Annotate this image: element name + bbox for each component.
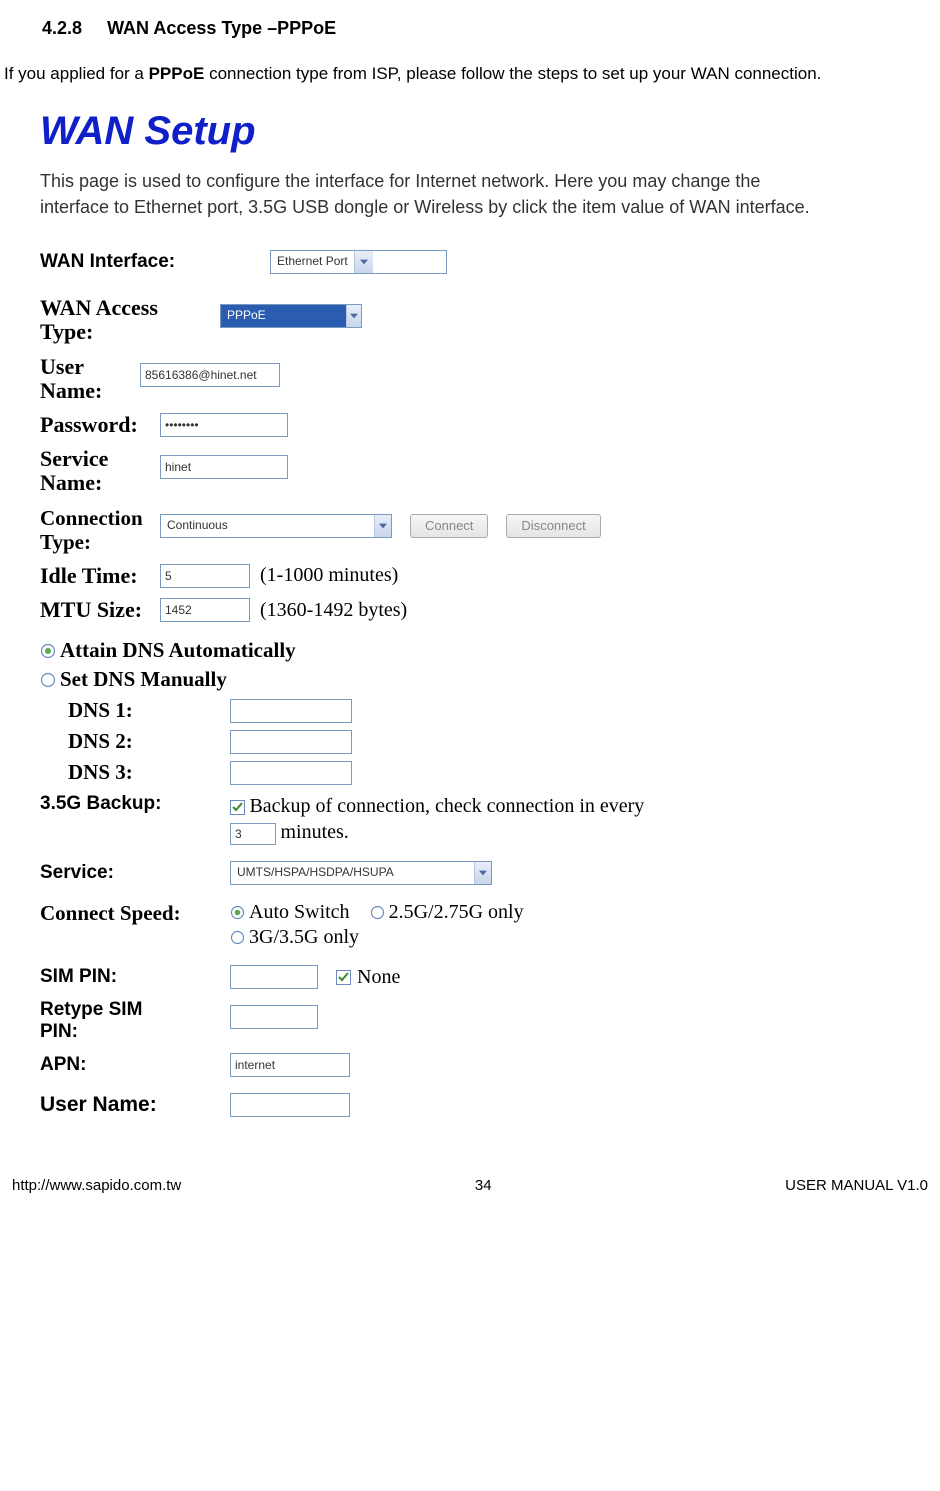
connect-button[interactable]: Connect: [410, 514, 488, 538]
service-label: Service:: [40, 862, 230, 884]
backup-text-pre: Backup of connection, check connection i…: [249, 795, 644, 817]
idle-time-input[interactable]: [160, 564, 250, 588]
radio-unchecked-icon[interactable]: [40, 672, 56, 688]
backup-label: 3.5G Backup:: [40, 793, 230, 815]
section-title: WAN Access Type –PPPoE: [107, 18, 336, 38]
service-name-input[interactable]: [160, 455, 288, 479]
chevron-down-icon: [354, 251, 373, 273]
retype-sim-pin-input[interactable]: [230, 1005, 318, 1029]
user-name2-label: User Name:: [40, 1093, 230, 1117]
dns3-label: DNS 3:: [68, 760, 230, 785]
idle-time-hint: (1-1000 minutes): [260, 564, 398, 587]
dns-auto-label: Attain DNS Automatically: [60, 638, 296, 663]
footer-manual-version: USER MANUAL V1.0: [785, 1177, 928, 1194]
footer-url: http://www.sapido.com.tw: [12, 1177, 181, 1194]
backup-text-post: minutes.: [280, 821, 348, 843]
sim-none-label: None: [357, 966, 400, 989]
apn-label: APN:: [40, 1054, 230, 1076]
apn-input[interactable]: [230, 1053, 350, 1077]
section-number: 4.2.8: [42, 18, 82, 38]
radio-unchecked-icon[interactable]: [370, 905, 385, 920]
radio-checked-icon[interactable]: [40, 643, 56, 659]
password-label: Password:: [40, 413, 160, 437]
chevron-down-icon: [374, 515, 391, 537]
dns3-input[interactable]: [230, 761, 352, 785]
backup-minutes-input[interactable]: [230, 823, 276, 845]
radio-unchecked-icon[interactable]: [230, 930, 245, 945]
checkbox-checked-icon[interactable]: [336, 970, 351, 985]
service-name-label: ServiceName:: [40, 447, 160, 495]
page-footer: http://www.sapido.com.tw 34 USER MANUAL …: [12, 1177, 928, 1194]
service-select[interactable]: UMTS/HSPA/HSDPA/HSUPA: [230, 861, 492, 885]
connection-type-select[interactable]: Continuous: [160, 514, 392, 538]
disconnect-button[interactable]: Disconnect: [506, 514, 600, 538]
connect-speed-label: Connect Speed:: [40, 901, 230, 926]
password-input[interactable]: [160, 413, 288, 437]
idle-time-label: Idle Time:: [40, 564, 160, 588]
wan-setup-description: This page is used to configure the inter…: [40, 168, 830, 220]
chevron-down-icon: [346, 305, 361, 327]
user-name-label: UserName:: [40, 355, 140, 403]
chevron-down-icon: [474, 862, 491, 884]
speed-3g-label: 3G/3.5G only: [249, 926, 359, 949]
wan-interface-label: WAN Interface:: [40, 251, 270, 273]
mtu-size-hint: (1360-1492 bytes): [260, 599, 407, 622]
dns-manual-label: Set DNS Manually: [60, 667, 227, 692]
sim-pin-input[interactable]: [230, 965, 318, 989]
sim-pin-label: SIM PIN:: [40, 966, 230, 988]
dns2-input[interactable]: [230, 730, 352, 754]
wan-access-type-label: WAN AccessType:: [40, 296, 220, 344]
wan-access-type-select[interactable]: PPPoE: [220, 304, 362, 328]
wan-setup-title: WAN Setup: [40, 109, 860, 154]
wan-setup-screenshot: WAN Setup This page is used to configure…: [40, 109, 860, 1117]
retype-sim-pin-label: Retype SIMPIN:: [40, 999, 230, 1043]
dns1-label: DNS 1:: [68, 698, 230, 723]
speed-25g-label: 2.5G/2.75G only: [389, 901, 524, 924]
wan-interface-select[interactable]: Ethernet Port: [270, 250, 447, 274]
user-name-input[interactable]: [140, 363, 280, 387]
mtu-size-input[interactable]: [160, 598, 250, 622]
checkbox-checked-icon[interactable]: [230, 800, 245, 815]
connection-type-label: ConnectionType:: [40, 506, 160, 554]
user-name2-input[interactable]: [230, 1093, 350, 1117]
footer-page-number: 34: [475, 1177, 492, 1194]
dns2-label: DNS 2:: [68, 729, 230, 754]
speed-auto-label: Auto Switch: [249, 901, 350, 924]
dns1-input[interactable]: [230, 699, 352, 723]
mtu-size-label: MTU Size:: [40, 598, 160, 622]
radio-checked-icon[interactable]: [230, 905, 245, 920]
intro-paragraph: If you applied for a PPPoE connection ty…: [4, 57, 940, 91]
